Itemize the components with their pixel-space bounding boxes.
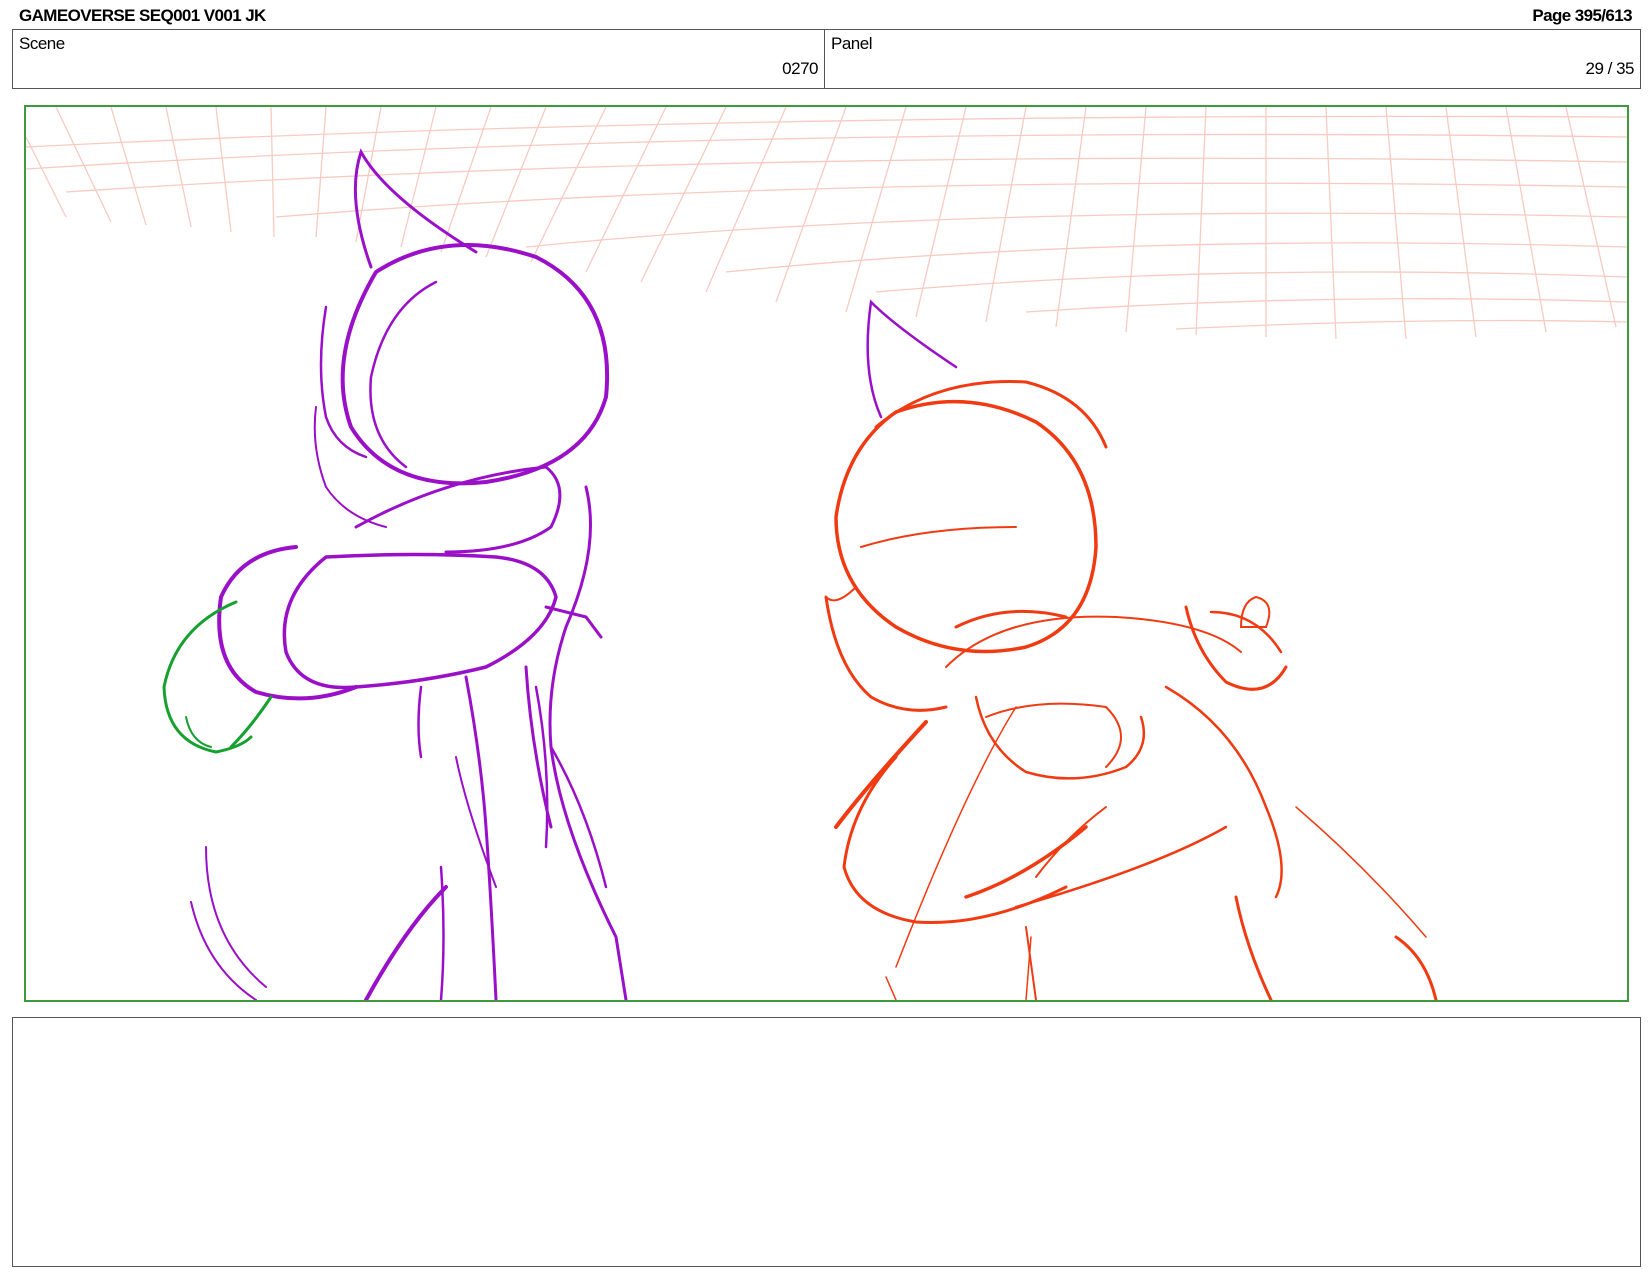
page-number: Page 395/613 (1532, 6, 1632, 25)
panel-cell: Panel 29 / 35 (825, 30, 1640, 88)
background-perspective-grid (26, 107, 1627, 340)
panel-label: Panel (831, 34, 872, 53)
scene-cell: Scene 0270 (13, 30, 825, 88)
scene-panel-info-row: Scene 0270 Panel 29 / 35 (12, 29, 1641, 89)
right-character-sketch (824, 380, 1438, 1000)
scene-label: Scene (19, 34, 65, 53)
panel-number: 29 / 35 (1585, 59, 1635, 78)
scene-number: 0270 (782, 59, 818, 78)
storyboard-sketch (26, 107, 1627, 1000)
left-character-sketch (190, 148, 628, 1000)
storyboard-frame (24, 105, 1629, 1002)
notes-box (12, 1017, 1641, 1267)
right-character-hair-tuft (866, 299, 958, 419)
document-title: GAMEOVERSE SEQ001 V001 JK (19, 6, 266, 25)
